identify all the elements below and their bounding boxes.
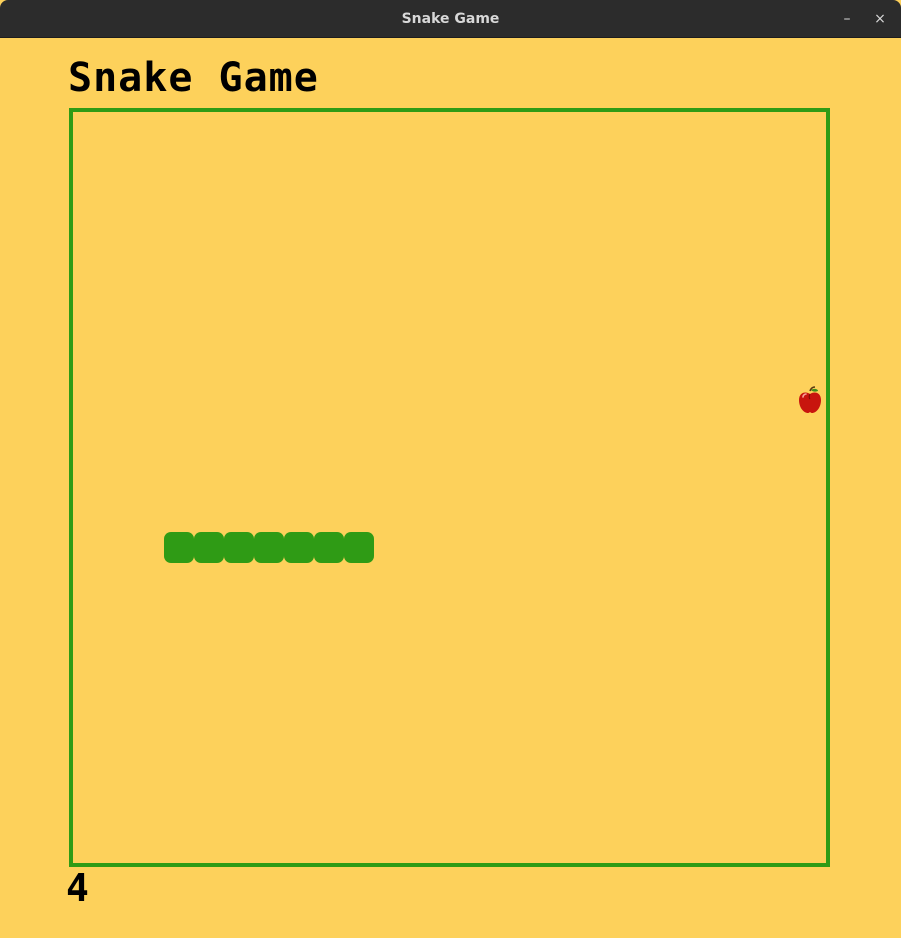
- snake-segment: [284, 532, 314, 563]
- snake-segment: [254, 532, 284, 563]
- score-counter: 4: [66, 866, 89, 910]
- snake-segment: [224, 532, 254, 563]
- game-window: Snake Game – × Snake Game 4: [0, 0, 901, 938]
- minimize-button[interactable]: –: [837, 9, 857, 29]
- apple-icon: [799, 386, 821, 413]
- title-bar[interactable]: Snake Game – ×: [0, 0, 901, 38]
- snake-segment: [314, 532, 344, 563]
- window-title: Snake Game: [401, 11, 500, 27]
- snake-head: [344, 532, 374, 563]
- game-board[interactable]: [69, 108, 830, 867]
- game-title: Snake Game: [68, 55, 319, 101]
- close-button[interactable]: ×: [870, 9, 890, 29]
- snake-segment: [164, 532, 194, 563]
- snake-segment: [194, 532, 224, 563]
